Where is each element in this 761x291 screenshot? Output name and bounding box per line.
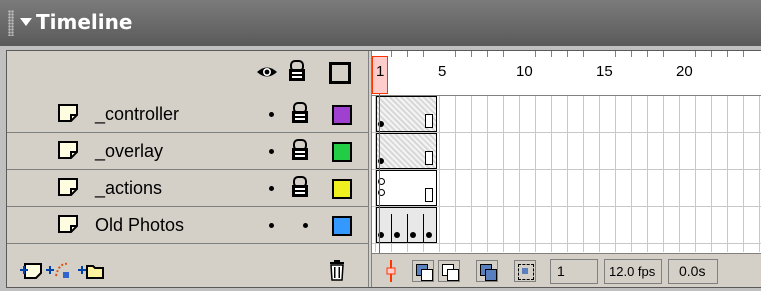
ruler-tick	[663, 51, 664, 57]
visibility-dot[interactable]	[269, 186, 274, 191]
ruler-tick	[487, 51, 488, 57]
layer-row-actions[interactable]: _actions	[7, 170, 368, 207]
layer-name: Old Photos	[95, 215, 185, 235]
ruler-tick	[551, 51, 552, 57]
ruler-label: 20	[676, 63, 693, 80]
visibility-dot[interactable]	[269, 149, 274, 154]
layer-color-swatch[interactable]	[332, 142, 352, 162]
frames-grid[interactable]	[372, 96, 761, 252]
frame-row-overlay[interactable]	[372, 133, 761, 170]
add-motion-guide-icon[interactable]	[45, 260, 73, 280]
ruler-tick	[743, 51, 744, 57]
modify-onion-markers-icon[interactable]	[514, 260, 536, 282]
layer-color-swatch[interactable]	[332, 216, 352, 236]
frame-span[interactable]	[376, 207, 437, 243]
ruler-tick	[503, 51, 504, 57]
timeline-panel: Timeline _controller _overlay _actions O…	[0, 0, 761, 291]
ruler-label: 15	[596, 63, 613, 80]
ruler-tick	[583, 51, 584, 57]
frame-divider	[407, 214, 408, 242]
frame-rate-field[interactable]: 12.0 fps	[604, 259, 662, 284]
lock-icon[interactable]	[291, 102, 309, 124]
lock-dot[interactable]	[303, 223, 308, 228]
insert-folder-icon[interactable]	[77, 260, 105, 280]
frame-divider	[391, 214, 392, 242]
ruler-tick	[631, 51, 632, 57]
ruler-tick	[407, 51, 408, 57]
ruler-tick	[711, 51, 712, 57]
ruler-tick	[391, 51, 392, 57]
ruler-tick	[535, 51, 536, 57]
end-frame[interactable]	[425, 151, 433, 165]
center-frame-icon[interactable]	[384, 260, 398, 282]
ruler-tick	[695, 51, 696, 57]
layer-icon	[58, 141, 78, 159]
onion-skin-icon[interactable]	[412, 260, 434, 282]
frame-divider	[423, 214, 424, 242]
layer-name: _overlay	[95, 141, 164, 161]
insert-layer-icon[interactable]	[19, 260, 43, 280]
visibility-dot[interactable]	[269, 223, 274, 228]
ruler-label: 1	[376, 63, 385, 80]
lock-icon[interactable]	[291, 176, 309, 198]
ruler-tick	[471, 51, 472, 57]
ruler-label: 10	[516, 63, 533, 80]
ruler-tick	[423, 51, 424, 57]
frame-row-controller[interactable]	[372, 96, 761, 133]
outline-icon[interactable]	[329, 62, 351, 84]
onion-skin-outlines-icon[interactable]	[438, 260, 460, 282]
panel-title: Timeline	[36, 10, 133, 34]
visibility-dot[interactable]	[269, 112, 274, 117]
layer-icon	[58, 104, 78, 122]
ruler-tick	[615, 51, 616, 57]
layers-panel: _controller _overlay _actions Old Photos	[7, 51, 368, 287]
frame-ruler[interactable]: 1 5 10 15 20	[372, 51, 761, 96]
keyframe[interactable]	[410, 232, 416, 238]
ruler-tick	[727, 51, 728, 57]
ruler-label: 5	[438, 63, 447, 80]
end-frame[interactable]	[425, 114, 433, 128]
timeline-toolbar: 1 12.0 fps 0.0s	[372, 253, 761, 287]
layer-row-old-photos[interactable]: Old Photos	[7, 207, 368, 244]
edit-multiple-frames-icon[interactable]	[476, 260, 498, 282]
frame-span[interactable]	[376, 170, 437, 206]
frame-row-actions[interactable]	[372, 170, 761, 207]
keyframe[interactable]	[394, 232, 400, 238]
ruler-tick	[455, 51, 456, 57]
gripper-handle[interactable]	[8, 10, 14, 36]
layer-name: _actions	[95, 178, 163, 198]
layers-header	[7, 51, 368, 97]
ruler-tick	[647, 51, 648, 57]
layer-toolbar	[7, 253, 368, 287]
layer-icon	[58, 178, 78, 196]
keyframe[interactable]	[426, 232, 432, 238]
layer-color-swatch[interactable]	[332, 105, 352, 125]
lock-icon[interactable]	[288, 60, 306, 82]
frame-span[interactable]	[376, 96, 437, 132]
frame-row-old-photos[interactable]	[372, 207, 761, 244]
timeline-frames[interactable]: 1 5 10 15 20 1 12.0 fps 0.0s	[372, 51, 761, 287]
trash-icon[interactable]	[328, 259, 346, 281]
ruler-tick	[567, 51, 568, 57]
layer-icon	[58, 215, 78, 233]
eye-icon[interactable]	[256, 63, 278, 81]
layer-color-swatch[interactable]	[332, 179, 352, 199]
elapsed-time-field[interactable]: 0.0s	[668, 259, 718, 284]
layer-row-controller[interactable]: _controller	[7, 96, 368, 133]
frame-span[interactable]	[376, 133, 437, 169]
layer-row-overlay[interactable]: _overlay	[7, 133, 368, 170]
collapse-arrow-icon[interactable]	[20, 18, 32, 26]
lock-icon[interactable]	[291, 139, 309, 161]
current-frame-field[interactable]: 1	[550, 259, 598, 284]
title-bar[interactable]: Timeline	[0, 0, 761, 46]
end-frame[interactable]	[425, 188, 433, 202]
layer-name: _controller	[95, 104, 180, 124]
